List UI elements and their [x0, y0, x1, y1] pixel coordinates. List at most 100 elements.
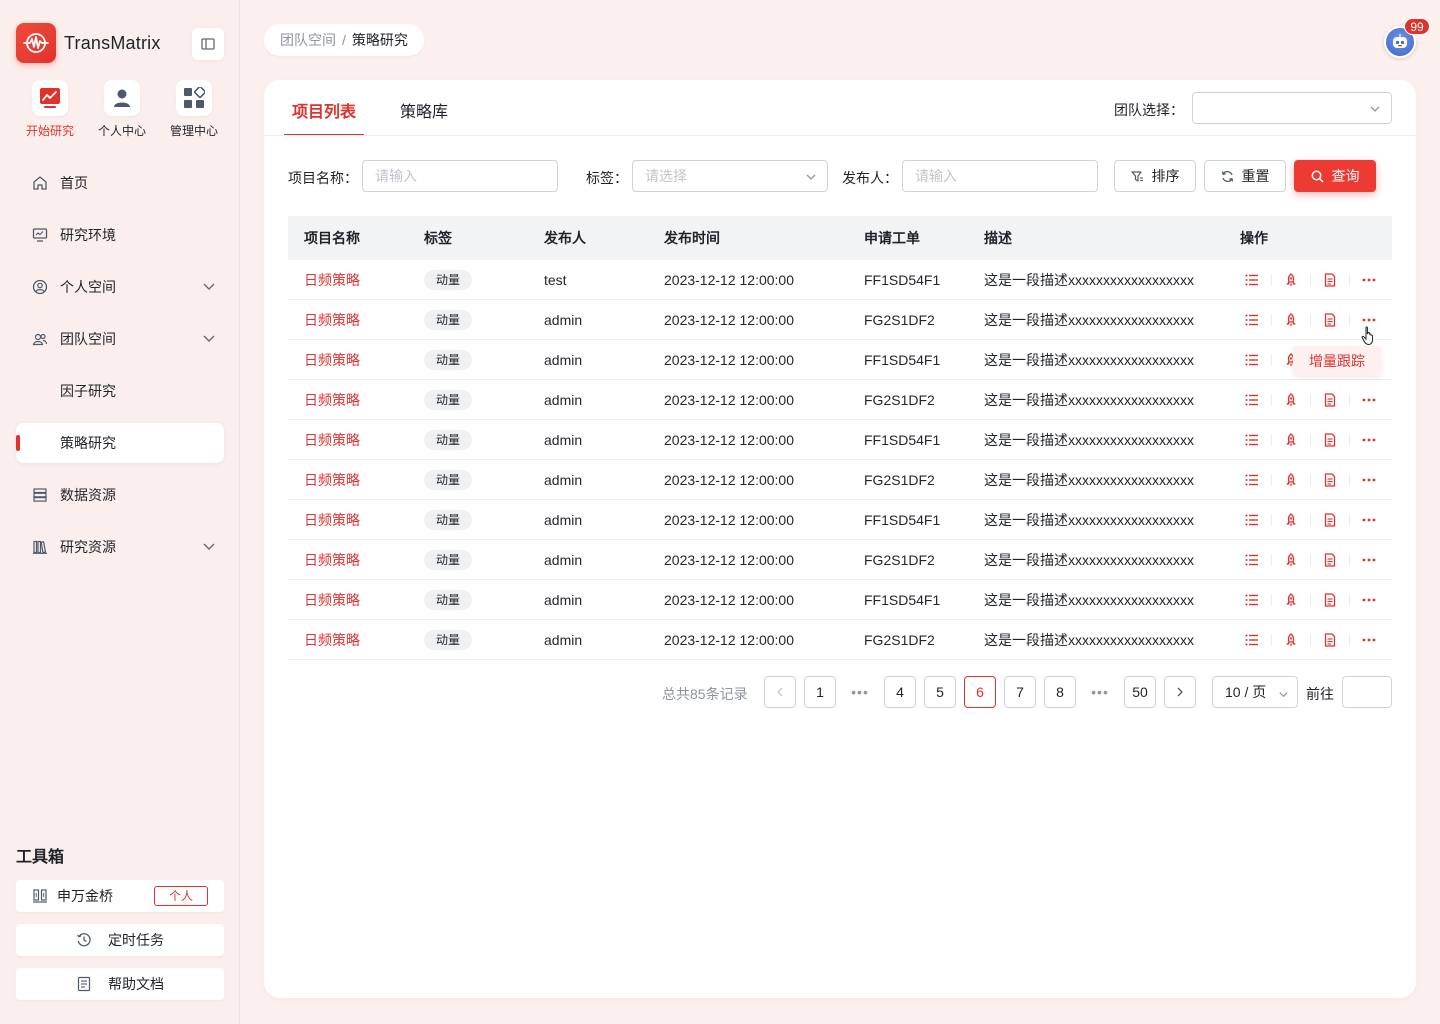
details-button[interactable]: [1240, 548, 1264, 572]
sidebar-item-factor-research[interactable]: 因子研究: [16, 371, 224, 411]
report-button[interactable]: [1318, 468, 1342, 492]
tag-badge: 动量: [424, 509, 473, 530]
more-actions-button[interactable]: [1357, 268, 1381, 292]
sort-button[interactable]: 排序: [1114, 160, 1196, 192]
report-button[interactable]: [1318, 268, 1342, 292]
database-icon: [32, 487, 48, 503]
project-name-link[interactable]: 日频策略: [304, 392, 360, 408]
project-name-link[interactable]: 日频策略: [304, 592, 360, 608]
sidebar-item-home[interactable]: 首页: [16, 163, 224, 203]
more-actions-button[interactable]: [1357, 468, 1381, 492]
action-divider: [1349, 513, 1350, 526]
publisher-input[interactable]: [902, 160, 1098, 192]
report-button[interactable]: [1318, 548, 1342, 572]
tag-select[interactable]: 请选择: [632, 160, 828, 192]
details-button[interactable]: [1240, 348, 1264, 372]
next-page-button[interactable]: [1164, 676, 1196, 708]
tab-project-list[interactable]: 项目列表: [283, 80, 365, 136]
sidebar-item-personal-space[interactable]: 个人空间: [16, 267, 224, 307]
report-button[interactable]: [1318, 308, 1342, 332]
deploy-button[interactable]: [1279, 548, 1303, 572]
toolbox-scheduled-tasks-button[interactable]: 定时任务: [16, 924, 224, 956]
more-actions-button[interactable]: [1357, 508, 1381, 532]
brand[interactable]: TransMatrix: [16, 23, 161, 63]
page-button[interactable]: 1: [804, 676, 836, 708]
details-button[interactable]: [1240, 588, 1264, 612]
page-button[interactable]: 4: [884, 676, 916, 708]
report-button[interactable]: [1318, 428, 1342, 452]
more-actions-button[interactable]: [1357, 548, 1381, 572]
ticket-cell: FF1SD54F1: [864, 271, 941, 288]
row-actions: [1224, 548, 1392, 572]
project-name-input[interactable]: [362, 160, 558, 192]
page-button[interactable]: 50: [1124, 676, 1156, 708]
goto-page-input[interactable]: [1342, 676, 1392, 708]
sidebar-item-team-space[interactable]: 团队空间: [16, 319, 224, 359]
quick-nav-personal-center[interactable]: 个人中心: [86, 80, 158, 139]
search-button[interactable]: 查询: [1294, 160, 1376, 192]
details-button[interactable]: [1240, 308, 1264, 332]
deploy-button[interactable]: [1279, 628, 1303, 652]
project-name-link[interactable]: 日频策略: [304, 632, 360, 648]
page-button-current[interactable]: 6: [964, 676, 996, 708]
sidebar-item-strategy-research[interactable]: 策略研究: [16, 423, 224, 463]
project-name-link[interactable]: 日频策略: [304, 352, 360, 368]
deploy-button[interactable]: [1279, 508, 1303, 532]
prev-page-button[interactable]: [764, 676, 796, 708]
team-select[interactable]: [1192, 92, 1392, 124]
action-divider: [1349, 313, 1350, 326]
tag-badge: 动量: [424, 309, 473, 330]
more-actions-button[interactable]: [1357, 388, 1381, 412]
project-name-link[interactable]: 日频策略: [304, 512, 360, 528]
page-ellipsis[interactable]: •••: [844, 676, 876, 708]
toolbox-shenwan-button[interactable]: 申万金桥 个人: [16, 880, 224, 912]
details-button[interactable]: [1240, 468, 1264, 492]
toolbox-item-label: 申万金桥: [57, 888, 113, 904]
toolbox-help-docs-button[interactable]: 帮助文档: [16, 968, 224, 1000]
tab-strategy-library[interactable]: 策略库: [396, 80, 452, 136]
report-button[interactable]: [1318, 628, 1342, 652]
deploy-button[interactable]: [1279, 308, 1303, 332]
quick-nav-admin-center[interactable]: 管理中心: [158, 80, 230, 139]
project-name-link[interactable]: 日频策略: [304, 472, 360, 488]
project-name-link[interactable]: 日频策略: [304, 552, 360, 568]
sidebar-collapse-button[interactable]: [192, 28, 224, 60]
page-ellipsis[interactable]: •••: [1084, 676, 1116, 708]
deploy-button[interactable]: [1279, 268, 1303, 292]
deploy-button[interactable]: [1279, 428, 1303, 452]
report-button[interactable]: [1318, 508, 1342, 532]
more-actions-button[interactable]: [1357, 588, 1381, 612]
report-button[interactable]: [1318, 388, 1342, 412]
page-button[interactable]: 8: [1044, 676, 1076, 708]
project-name-link[interactable]: 日频策略: [304, 432, 360, 448]
page-size-select[interactable]: 10 / 页: [1212, 676, 1298, 708]
quick-nav-start-research[interactable]: 开始研究: [14, 80, 86, 139]
details-button[interactable]: [1240, 628, 1264, 652]
breadcrumb-parent[interactable]: 团队空间: [280, 30, 336, 50]
reset-button-label: 重置: [1241, 168, 1270, 184]
details-button[interactable]: [1240, 388, 1264, 412]
main-card: 项目列表 策略库 团队选择： 项目名称： 标签： 请选择 发布人： 排序 重置: [264, 80, 1416, 998]
report-button[interactable]: [1318, 588, 1342, 612]
deploy-button[interactable]: [1279, 388, 1303, 412]
more-actions-menu-item[interactable]: 增量跟踪: [1293, 346, 1381, 376]
deploy-button[interactable]: [1279, 588, 1303, 612]
sidebar-item-research-resources[interactable]: 研究资源: [16, 527, 224, 567]
details-button[interactable]: [1240, 508, 1264, 532]
details-button[interactable]: [1240, 428, 1264, 452]
details-button[interactable]: [1240, 268, 1264, 292]
more-actions-button[interactable]: [1357, 628, 1381, 652]
project-name-link[interactable]: 日频策略: [304, 272, 360, 288]
row-actions: [1224, 268, 1392, 292]
sidebar-item-data-resources[interactable]: 数据资源: [16, 475, 224, 515]
bridge-icon: [32, 888, 48, 904]
tab-bar: 项目列表 策略库: [283, 80, 488, 136]
project-name-link[interactable]: 日频策略: [304, 312, 360, 328]
page-button[interactable]: 5: [924, 676, 956, 708]
deploy-button[interactable]: [1279, 468, 1303, 492]
more-actions-button[interactable]: [1357, 428, 1381, 452]
page-button[interactable]: 7: [1004, 676, 1036, 708]
sidebar-item-research-env[interactable]: 研究环境: [16, 215, 224, 255]
publisher-label: 发布人：: [842, 170, 898, 186]
reset-button[interactable]: 重置: [1204, 160, 1286, 192]
